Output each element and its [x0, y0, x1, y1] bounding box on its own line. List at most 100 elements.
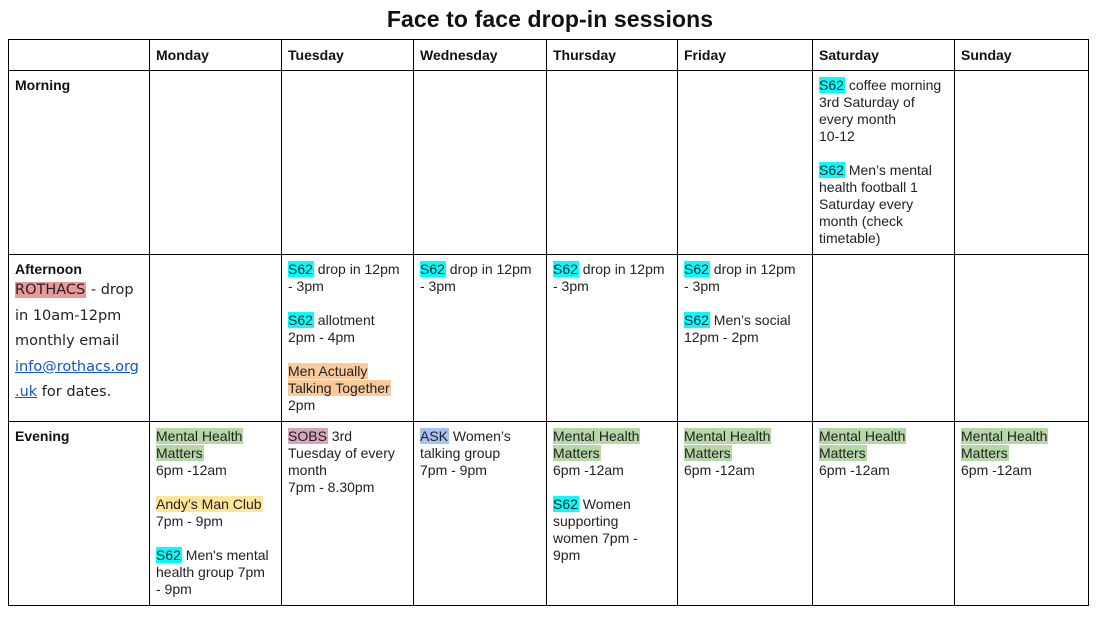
session-text: - drop [86, 282, 134, 298]
session-entry: Men Actually Talking Together 2pm [288, 363, 407, 414]
session-time: - 9pm [156, 581, 192, 597]
cell-afternoon-thursday: S62 drop in 12pm - 3pm [546, 254, 678, 422]
evening-row: Evening Mental Health Matters 6pm -12am … [8, 421, 1089, 606]
mhm-tag: Mental Health [156, 428, 244, 444]
cell-evening-tuesday: SOBS 3rd Tuesday of every month 7pm - 8.… [281, 421, 414, 606]
session-text: drop in 12pm [313, 261, 400, 277]
session-text: for dates. [37, 384, 112, 400]
session-time: 6pm -12am [156, 462, 227, 478]
cell-afternoon-sunday [954, 254, 1089, 422]
mhm-tag: Matters [819, 445, 867, 461]
s62-tag: S62 [288, 261, 314, 277]
cell-morning-saturday: S62 coffee morning 3rd Saturday of every… [812, 70, 955, 255]
header-wednesday: Wednesday [413, 39, 547, 71]
header-saturday: Saturday [812, 39, 955, 71]
session-text: Women [578, 496, 631, 512]
session-text: 3rd Saturday of [819, 94, 915, 110]
session-entry: Mental Health Matters 6pm -12am [156, 428, 275, 479]
session-text: month (check [819, 213, 904, 229]
session-entry: ASK Women’s talking group 7pm - 9pm [420, 428, 540, 479]
cell-morning-thursday [546, 70, 678, 255]
s62-tag: S62 [684, 312, 710, 328]
mhm-tag: Mental Health [961, 428, 1049, 444]
session-entry: S62 allotment 2pm - 4pm [288, 312, 407, 346]
s62-tag: S62 [684, 261, 710, 277]
row-label-evening: Evening [8, 421, 150, 606]
mhm-tag: Matters [684, 445, 732, 461]
session-text: month [288, 462, 327, 478]
session-time: - 3pm [420, 278, 456, 294]
header-corner-cell [8, 39, 150, 71]
cell-evening-wednesday: ASK Women’s talking group 7pm - 9pm [413, 421, 547, 606]
session-entry: Mental Health Matters 6pm -12am [819, 428, 948, 479]
s62-tag: S62 [156, 547, 182, 563]
session-text: every month [819, 111, 897, 127]
session-text: drop in 12pm [445, 261, 532, 277]
s62-tag: S62 [819, 77, 845, 93]
header-monday: Monday [149, 39, 282, 71]
session-time: 10-12 [819, 128, 855, 144]
cell-morning-friday [677, 70, 813, 255]
session-text: Tuesday of every [288, 445, 395, 461]
session-text: timetable) [819, 230, 881, 246]
mhm-tag: Matters [156, 445, 204, 461]
cell-afternoon-tuesday: S62 drop in 12pm - 3pm S62 allotment 2pm… [281, 254, 414, 422]
mhm-tag: Mental Health [684, 428, 772, 444]
session-text: allotment [313, 312, 375, 328]
session-entry: S62 Men’s social 12pm - 2pm [684, 312, 806, 346]
session-entry: S62 Men's mental health group 7pm - 9pm [156, 547, 275, 598]
session-text: supporting [553, 513, 619, 529]
s62-tag: S62 [553, 496, 579, 512]
session-text: Men’s mental [848, 162, 932, 178]
session-text: women 7pm - [553, 530, 638, 546]
email-link[interactable]: info@rothacs.org [15, 359, 139, 375]
session-entry: Mental Health Matters 6pm -12am [684, 428, 806, 479]
session-text: drop in 12pm [709, 261, 796, 277]
matt-tag: Men Actually [288, 363, 369, 379]
session-entry: SOBS 3rd Tuesday of every month 7pm - 8.… [288, 428, 407, 496]
afternoon-row: Afternoon ROTHACS - drop in 10am-12pm mo… [8, 254, 1089, 422]
cell-morning-sunday [954, 70, 1089, 255]
session-text: Men’s social [709, 312, 791, 328]
session-time: 6pm -12am [819, 462, 890, 478]
cell-afternoon-wednesday: S62 drop in 12pm - 3pm [413, 254, 547, 422]
session-text: coffee morning [848, 77, 942, 93]
session-text: drop in 12pm [578, 261, 665, 277]
session-time: 6pm -12am [961, 462, 1032, 478]
rothacs-tag: ROTHACS [15, 282, 87, 298]
session-entry: S62 drop in 12pm - 3pm [553, 261, 671, 295]
session-entry: S62 Women supporting women 7pm - 9pm [553, 496, 671, 564]
session-text: 3rd [327, 428, 353, 444]
header-friday: Friday [677, 39, 813, 71]
session-time: 12pm - 2pm [684, 329, 759, 345]
session-time: - 3pm [288, 278, 324, 294]
cell-afternoon-saturday [812, 254, 955, 422]
session-text: talking group [420, 445, 501, 461]
session-time: 7pm - 9pm [156, 513, 223, 529]
cell-afternoon-monday [149, 254, 282, 422]
session-time: 7pm - 8.30pm [288, 479, 375, 495]
cell-evening-thursday: Mental Health Matters 6pm -12am S62 Wome… [546, 421, 678, 606]
email-link[interactable]: .uk [15, 384, 37, 400]
ask-tag: ASK [420, 428, 450, 444]
session-entry: Mental Health Matters 6pm -12am [553, 428, 671, 479]
andys-man-club-tag: Andy’s Man Club [156, 496, 263, 512]
header-thursday: Thursday [546, 39, 678, 71]
cell-morning-wednesday [413, 70, 547, 255]
cell-afternoon-friday: S62 drop in 12pm - 3pm S62 Men’s social … [677, 254, 813, 422]
mhm-tag: Mental Health [819, 428, 907, 444]
session-time: 2pm [288, 397, 316, 413]
schedule-table: Monday Tuesday Wednesday Thursday Friday… [8, 39, 1089, 606]
period-label: Morning [15, 77, 71, 93]
rothacs-info: ROTHACS - drop in 10am-12pm monthly emai… [15, 278, 143, 406]
period-label: Afternoon [15, 261, 82, 277]
s62-tag: S62 [288, 312, 314, 328]
header-tuesday: Tuesday [281, 39, 414, 71]
sobs-tag: SOBS [288, 428, 328, 444]
session-entry: S62 Men’s mental health football 1 Satur… [819, 162, 948, 247]
row-label-morning: Morning [8, 70, 150, 255]
page-title: Face to face drop-in sessions [386, 6, 714, 32]
session-text: Men's mental [181, 547, 269, 563]
period-label: Evening [15, 428, 70, 444]
session-entry: S62 drop in 12pm - 3pm [420, 261, 540, 295]
